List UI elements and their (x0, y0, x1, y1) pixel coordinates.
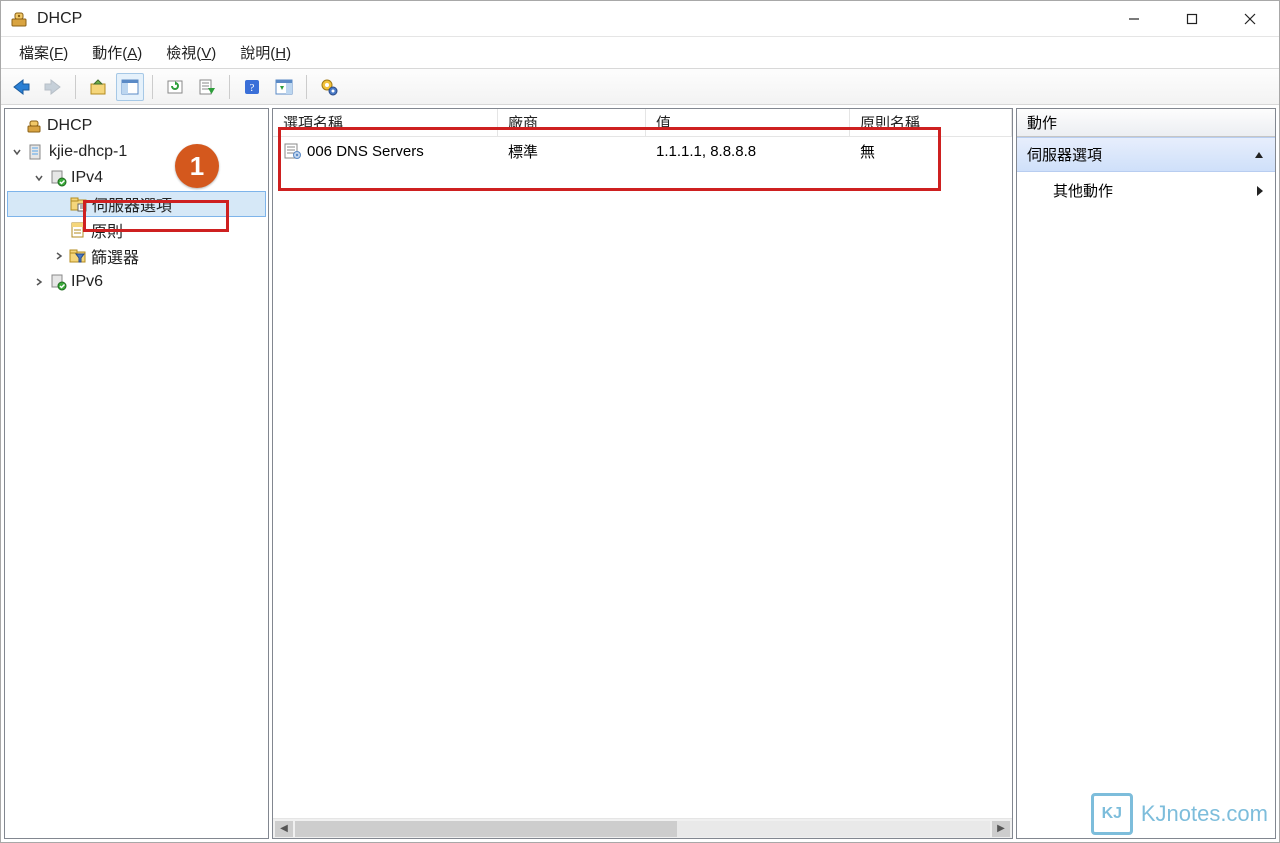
refresh-button[interactable] (161, 73, 189, 101)
toolbar-divider (75, 75, 76, 99)
expander-icon[interactable] (33, 172, 49, 184)
actions-group-header[interactable]: 伺服器選項 (1017, 137, 1275, 172)
tree-server-options[interactable]: 伺服器選項 (7, 191, 266, 217)
option-icon (283, 142, 301, 160)
actions-group-label: 伺服器選項 (1027, 144, 1102, 165)
list-body[interactable]: 006 DNS Servers 標準 1.1.1.1, 8.8.8.8 無 (273, 137, 1012, 818)
server-icon (27, 143, 45, 161)
menu-action[interactable]: 動作(A) (80, 38, 154, 67)
filter-folder-icon (69, 247, 87, 265)
tree-label: 伺服器選項 (92, 192, 172, 216)
window-controls (1105, 1, 1279, 36)
toolbar-divider (152, 75, 153, 99)
window-title: DHCP (37, 10, 82, 28)
menu-help[interactable]: 說明(H) (228, 38, 303, 67)
expander-icon[interactable] (33, 276, 49, 288)
col-vendor[interactable]: 廠商 (498, 109, 646, 136)
col-value[interactable]: 值 (646, 109, 850, 136)
back-button[interactable] (7, 73, 35, 101)
list-pane: 選項名稱 廠商 值 原則名稱 006 DNS Servers 標準 1.1.1.… (272, 108, 1013, 839)
policy-icon (69, 221, 87, 239)
help-button[interactable]: ? (238, 73, 266, 101)
tree-label: IPv4 (71, 169, 103, 187)
export-list-button[interactable] (193, 73, 221, 101)
collapse-icon (1253, 149, 1265, 161)
tree-label: IPv6 (71, 273, 103, 291)
scroll-track[interactable] (295, 821, 990, 837)
toolbar-divider (229, 75, 230, 99)
tree-label: DHCP (47, 117, 92, 135)
svg-text:?: ? (250, 82, 255, 94)
dhcp-app-icon (9, 9, 29, 29)
tree-pane: DHCP k (4, 108, 269, 839)
list-header: 選項名稱 廠商 值 原則名稱 (273, 109, 1012, 137)
expander-icon[interactable] (11, 146, 27, 158)
chevron-right-icon (1255, 185, 1265, 197)
actions-pane: 動作 伺服器選項 其他動作 (1016, 108, 1276, 839)
toolbar-divider (306, 75, 307, 99)
body-area: DHCP k (1, 105, 1279, 842)
show-hide-tree-button[interactable] (116, 73, 144, 101)
menubar: 檔案(F) 動作(A) 檢視(V) 說明(H) (1, 37, 1279, 69)
col-option-name[interactable]: 選項名稱 (273, 109, 498, 136)
tree-label: 篩選器 (91, 244, 139, 268)
actions-item-label: 其他動作 (1053, 180, 1113, 201)
properties-button[interactable] (315, 73, 343, 101)
forward-button[interactable] (39, 73, 67, 101)
tree-label: 原則 (91, 218, 123, 242)
ipv4-icon (49, 169, 67, 187)
cell-option-name: 006 DNS Servers (273, 142, 498, 160)
scroll-left-button[interactable]: ◀ (275, 821, 293, 837)
console-tree[interactable]: DHCP k (5, 109, 268, 838)
titlebar: DHCP (1, 1, 1279, 37)
show-hide-action-pane-button[interactable] (270, 73, 298, 101)
horizontal-scrollbar[interactable]: ◀ ▶ (273, 818, 1012, 838)
tree-server[interactable]: kjie-dhcp-1 (7, 139, 266, 165)
tree-policies[interactable]: 原則 (7, 217, 266, 243)
tree-ipv4[interactable]: IPv4 (7, 165, 266, 191)
list-row[interactable]: 006 DNS Servers 標準 1.1.1.1, 8.8.8.8 無 (273, 137, 1012, 165)
scroll-right-button[interactable]: ▶ (992, 821, 1010, 837)
close-button[interactable] (1221, 1, 1279, 36)
actions-header: 動作 (1017, 109, 1275, 137)
cell-text: 006 DNS Servers (307, 143, 424, 160)
dhcp-icon (25, 117, 43, 135)
actions-other[interactable]: 其他動作 (1017, 172, 1275, 209)
tree-ipv6[interactable]: IPv6 (7, 269, 266, 295)
scroll-thumb[interactable] (295, 821, 677, 837)
cell-value: 1.1.1.1, 8.8.8.8 (646, 143, 850, 160)
minimize-button[interactable] (1105, 1, 1163, 36)
tree-root-dhcp[interactable]: DHCP (7, 113, 266, 139)
ipv6-icon (49, 273, 67, 291)
menu-file[interactable]: 檔案(F) (7, 38, 80, 67)
cell-vendor: 標準 (498, 141, 646, 162)
app-window: DHCP 檔案(F) 動作(A) 檢視(V) 說明(H) (0, 0, 1280, 843)
menu-view[interactable]: 檢視(V) (154, 38, 228, 67)
tree-label: kjie-dhcp-1 (49, 143, 127, 161)
expander-icon[interactable] (53, 250, 69, 262)
col-policy-name[interactable]: 原則名稱 (850, 109, 1012, 136)
cell-policy-name: 無 (850, 141, 1012, 162)
folder-options-icon (70, 195, 88, 213)
up-level-button[interactable] (84, 73, 112, 101)
tree-filters[interactable]: 篩選器 (7, 243, 266, 269)
maximize-button[interactable] (1163, 1, 1221, 36)
toolbar: ? (1, 69, 1279, 105)
